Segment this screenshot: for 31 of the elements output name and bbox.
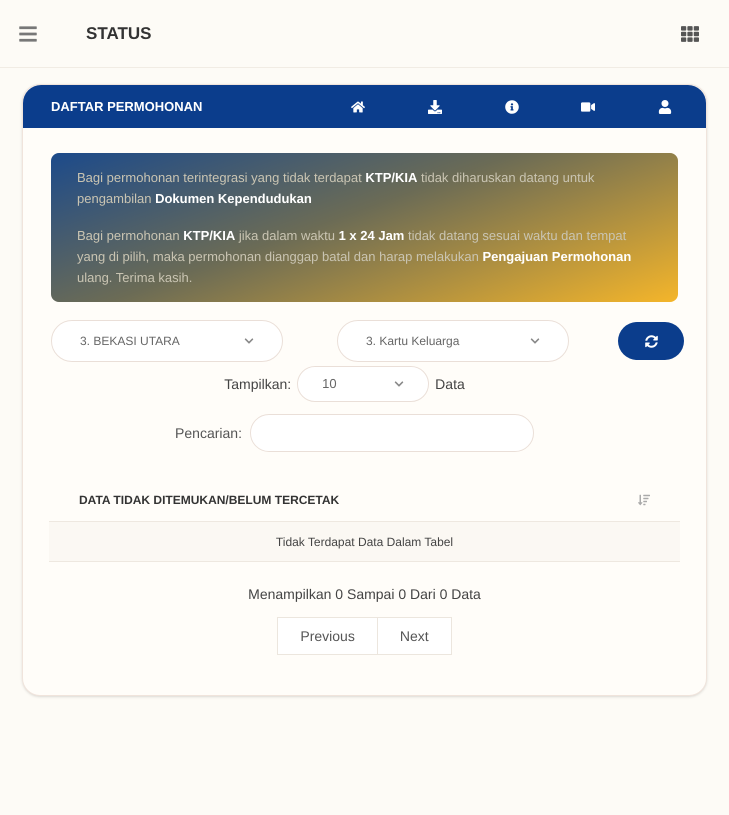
notice-paragraph: Bagi permohonan KTP/KIA jika dalam waktu 1 x 24 Jam tidak datang sesuai waktu dan tempat yang di pilih, maka permohonan dianggap batal dan harap melakukan Pengajuan Permohonan ulang. Terima kasih. (77, 227, 632, 287)
page-size-suffix: Data (435, 374, 465, 394)
grid-icon[interactable] (681, 24, 699, 42)
dropdown-value: 10 (322, 375, 337, 394)
chevron-down-icon (394, 379, 404, 389)
page-size-label: Tampilkan: (224, 374, 292, 394)
column-header[interactable]: DATA TIDAK DITEMUKAN/BELUM TERCETAK (79, 490, 340, 508)
search-label: Pencarian: (175, 424, 242, 442)
dropdown-value: 3. BEKASI UTARA (80, 333, 180, 350)
summary-text: Menampilkan 0 Sampai 0 Dari 0 Data (248, 585, 481, 604)
pagination-button[interactable]: Previous (277, 617, 378, 655)
video-icon[interactable] (581, 100, 596, 114)
dropdown-value: 3. Kartu Keluarga (366, 333, 460, 350)
card-title: DAFTAR PERMOHONAN (51, 98, 204, 116)
chevron-down-icon (244, 336, 254, 346)
search-field[interactable] (250, 414, 534, 452)
page-title: STATUS (86, 22, 152, 45)
pagination-button[interactable]: Next (378, 617, 452, 655)
empty-message: Tidak Terdapat Data Dalam Tabel (276, 534, 454, 550)
chevron-down-icon (530, 336, 540, 346)
info-icon[interactable] (504, 100, 518, 114)
refresh-button[interactable] (618, 322, 684, 360)
home-icon[interactable] (351, 100, 365, 114)
dropdown[interactable]: 3. BEKASI UTARA (51, 320, 283, 362)
menu-icon[interactable] (18, 24, 38, 44)
download-icon[interactable] (428, 100, 442, 114)
notice-paragraph: Bagi permohonan terintegrasi yang tidak terdapat KTP/KIA tidak diharuskan datang untuk pengambilan Dokumen Kependudukan (77, 169, 596, 208)
dropdown[interactable]: 3. Kartu Keluarga (337, 320, 569, 362)
user-icon[interactable] (658, 100, 672, 114)
page-size-dropdown[interactable]: 10 (297, 366, 430, 402)
refresh-icon (644, 334, 658, 348)
